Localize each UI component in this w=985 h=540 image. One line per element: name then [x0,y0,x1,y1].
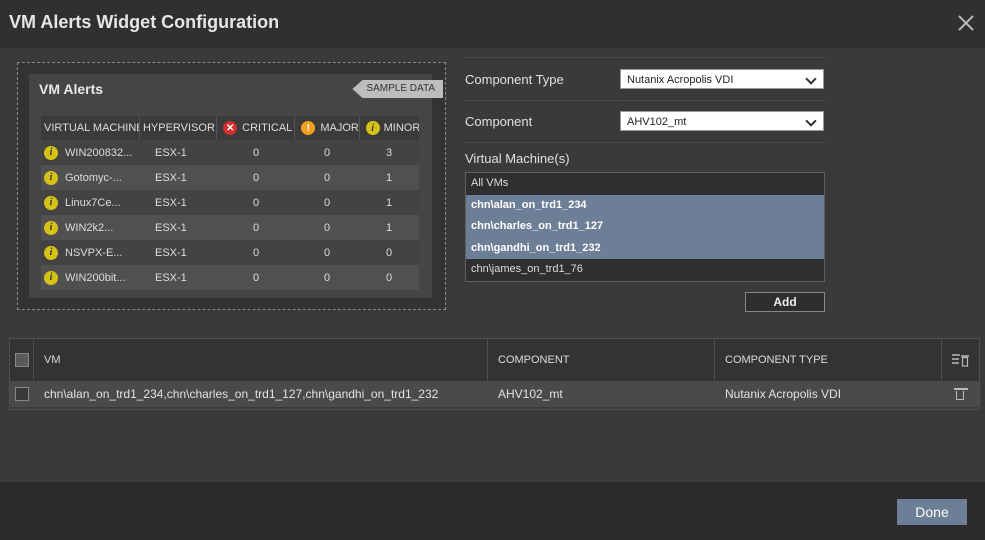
vm-list-item[interactable]: chn\alan_on_trd1_234 [466,194,824,216]
hypervisor-value: ESX-1 [155,246,187,259]
add-button[interactable]: Add [745,292,825,312]
chevron-down-icon [805,115,817,127]
vm-list-item[interactable]: chn\james_on_trd1_76 [466,259,824,281]
table-row: chn\alan_on_trd1_234,chn\charles_on_trd1… [10,381,979,407]
hypervisor-value: ESX-1 [155,221,187,234]
select-all-checkbox[interactable] [14,353,29,367]
critical-count: 0 [252,221,260,234]
info-icon: i [44,270,58,285]
info-icon: i [44,245,58,260]
delete-all-icon[interactable] [951,353,970,367]
critical-count: 0 [252,271,260,284]
col-hypervisor: HYPERVISOR [140,116,218,140]
dialog-titlebar: VM Alerts Widget Configuration [0,0,985,48]
select-all-cell [10,339,34,381]
col-critical: ✕ CRITICAL [217,116,296,140]
minor-count: 1 [385,171,393,184]
widget-title: VM Alerts [39,81,104,97]
component-type-select[interactable]: Nutanix Acropolis VDI [620,69,824,89]
virtual-machines-listbox[interactable]: All VMs chn\alan_on_trd1_234 chn\charles_o… [465,172,825,282]
critical-icon: ✕ [223,121,238,135]
grid-header: VM COMPONENT COMPONENT TYPE [10,339,979,381]
component-select[interactable]: AHV102_mt [620,111,824,131]
col-minor: i MINOR [360,116,419,140]
chevron-down-icon [805,73,817,85]
divider [465,100,825,101]
grid-col-vm: VM [34,339,488,381]
critical-count: 0 [252,171,260,184]
dialog-title: VM Alerts Widget Configuration [9,12,280,32]
vm-name: WIN200bit... [65,271,126,284]
configured-vms-grid: VM COMPONENT COMPONENT TYPE chn\alan_on_… [9,338,980,410]
major-count: 0 [323,271,331,284]
vm-list-item[interactable]: chn\charles_on_trd1_127 [466,216,824,238]
preview-table-row: i WIN200bit... ESX-1 0 0 0 [41,265,419,290]
vm-list-item[interactable]: All VMs [466,173,824,195]
minor-count: 1 [385,196,393,209]
divider [465,142,825,143]
widget-preview: VM Alerts SAMPLE DATA VIRTUAL MACHINE HY… [29,74,443,298]
major-count: 0 [323,221,331,234]
row-component-type: Nutanix Acropolis VDI [725,387,842,401]
row-checkbox[interactable] [15,387,29,401]
critical-count: 0 [252,196,260,209]
component-label: Component [465,114,533,129]
vm-name: WIN200832... [65,146,133,159]
virtual-machines-label: Virtual Machine(s) [465,151,570,166]
grid-col-component: COMPONENT [488,339,715,381]
vm-list-item[interactable]: chn\gandhi_on_trd1_232 [466,237,824,259]
delete-all-cell [942,339,979,381]
preview-table-row: i WIN2k2... ESX-1 0 0 1 [41,215,419,240]
info-icon: i [44,145,58,160]
dialog-footer [0,482,985,540]
hypervisor-value: ESX-1 [155,171,187,184]
row-vm: chn\alan_on_trd1_234,chn\charles_on_trd1… [44,387,439,401]
info-icon: i [44,220,58,235]
col-major: ! MAJOR [295,116,360,140]
hypervisor-value: ESX-1 [155,146,187,159]
close-icon[interactable] [955,12,977,34]
hypervisor-value: ESX-1 [155,196,187,209]
row-component: AHV102_mt [498,387,563,401]
divider [465,57,825,58]
row-select-cell [10,381,34,407]
grid-col-component-type: COMPONENT TYPE [715,339,942,381]
minor-count: 1 [385,221,393,234]
col-virtual-machine: VIRTUAL MACHINE [41,116,140,140]
info-icon: i [44,170,58,185]
vm-name: NSVPX-E... [65,246,123,259]
major-icon: ! [301,121,316,135]
sample-data-ribbon: SAMPLE DATA [352,80,443,98]
major-count: 0 [323,196,331,209]
major-count: 0 [323,146,331,159]
preview-table-row: i NSVPX-E... ESX-1 0 0 0 [41,240,419,265]
hypervisor-value: ESX-1 [155,271,187,284]
preview-table-header: VIRTUAL MACHINE HYPERVISOR ✕ CRITICAL ! MA… [41,116,419,140]
row-delete-cell [942,381,979,407]
vm-name: WIN2k2... [65,221,114,234]
minor-count: 0 [385,271,393,284]
preview-table-row: i Gotomyc-... ESX-1 0 0 1 [41,165,419,190]
component-type-label: Component Type [465,72,564,87]
info-icon: i [44,195,58,210]
trash-icon[interactable] [953,388,968,400]
done-button[interactable]: Done [897,499,967,525]
preview-table-row: i WIN200832... ESX-1 0 0 3 [41,140,419,165]
major-count: 0 [323,171,331,184]
vm-name: Linux7Ce... [65,196,121,209]
critical-count: 0 [252,246,260,259]
minor-count: 0 [385,246,393,259]
major-count: 0 [323,246,331,259]
preview-table-row: i Linux7Ce... ESX-1 0 0 1 [41,190,419,215]
vm-name: Gotomyc-... [65,171,122,184]
preview-table: VIRTUAL MACHINE HYPERVISOR ✕ CRITICAL ! MA… [41,116,419,290]
minor-icon: i [365,121,380,135]
critical-count: 0 [252,146,260,159]
minor-count: 3 [385,146,393,159]
